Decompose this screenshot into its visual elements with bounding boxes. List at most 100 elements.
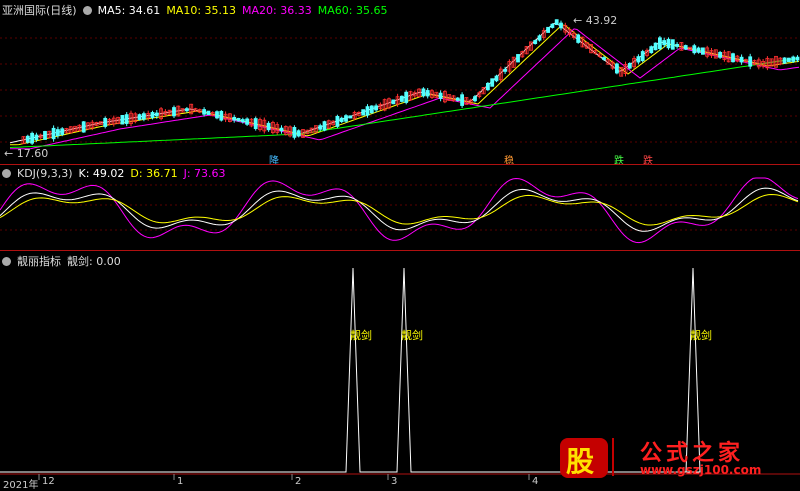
candle-body bbox=[731, 53, 735, 63]
kdj-j-line bbox=[0, 177, 799, 244]
candle-body bbox=[473, 96, 477, 102]
watermark-divider bbox=[612, 438, 614, 476]
candle-body bbox=[795, 56, 800, 61]
candle-body bbox=[701, 47, 705, 55]
candle-body bbox=[399, 95, 404, 102]
candle-body bbox=[675, 43, 679, 47]
axis-label: 1 bbox=[177, 476, 184, 487]
candle-body bbox=[404, 91, 409, 103]
candle-body bbox=[516, 54, 520, 63]
ma10-label: MA10: 35.13 bbox=[166, 4, 237, 17]
axis-label: 2 bbox=[295, 476, 302, 487]
signal-label: 靓剑 bbox=[350, 329, 372, 342]
chart-canvas bbox=[0, 19, 800, 480]
candle-body bbox=[550, 23, 555, 28]
candle-body bbox=[640, 51, 645, 62]
kdj-panel-header: KDJ(9,3,3) K: 49.02 D: 36.71 J: 73.63 bbox=[2, 167, 232, 180]
candle-body bbox=[490, 78, 495, 87]
candle-body bbox=[503, 68, 508, 72]
candle-body bbox=[266, 122, 271, 131]
candle-body bbox=[537, 35, 542, 41]
settings-icon[interactable] bbox=[82, 6, 92, 15]
candle-body bbox=[322, 121, 327, 131]
kdj-d: D: 36.71 bbox=[130, 167, 178, 180]
low-price-label: ← 17.60 bbox=[4, 147, 49, 160]
candle-body bbox=[748, 56, 753, 67]
candle-body bbox=[636, 56, 641, 63]
candle-body bbox=[344, 115, 348, 122]
candle-body bbox=[51, 127, 56, 140]
candle-body bbox=[56, 129, 60, 136]
ma60-label: MA60: 35.65 bbox=[317, 4, 388, 17]
candle-body bbox=[124, 114, 129, 124]
candle-body bbox=[662, 40, 667, 46]
ma5-line bbox=[9, 22, 800, 144]
candle-body bbox=[421, 88, 426, 97]
candle-body bbox=[154, 112, 159, 117]
candle-body bbox=[438, 92, 443, 99]
candle-body bbox=[658, 37, 662, 50]
candle-body bbox=[120, 115, 125, 125]
candle-body bbox=[602, 57, 606, 60]
candle-body bbox=[391, 99, 396, 105]
settings-icon[interactable] bbox=[2, 257, 11, 266]
main-title: 亚洲国际(日线) bbox=[2, 4, 77, 17]
candle-body bbox=[184, 108, 189, 112]
candle-body bbox=[666, 38, 671, 49]
candle-body bbox=[25, 135, 30, 143]
candle-body bbox=[232, 116, 237, 121]
candle-body bbox=[615, 63, 619, 74]
candle-body bbox=[627, 63, 632, 69]
settings-icon[interactable] bbox=[2, 169, 11, 178]
arrow-icon: ← bbox=[4, 147, 14, 160]
candle-body bbox=[292, 127, 297, 138]
candle-body bbox=[219, 110, 224, 121]
axis-label: 12 bbox=[42, 476, 55, 487]
candle-body bbox=[653, 42, 658, 51]
axis-label: 2021年 bbox=[3, 480, 39, 491]
candle-body bbox=[253, 118, 258, 130]
candle-body bbox=[236, 117, 241, 122]
candle-body bbox=[202, 109, 207, 115]
kdj-k: K: 49.02 bbox=[78, 167, 125, 180]
candle-body bbox=[240, 119, 245, 123]
high-price-label: ← 43.92 bbox=[573, 14, 618, 27]
ma10-line bbox=[10, 24, 800, 146]
axis-label: 4 bbox=[532, 476, 539, 487]
candle-body bbox=[137, 114, 142, 120]
candle-body bbox=[683, 45, 688, 50]
watermark-logo: 股 bbox=[560, 438, 608, 478]
kdj-k-line bbox=[0, 187, 799, 232]
candle-body bbox=[206, 110, 211, 115]
candle-body bbox=[365, 106, 370, 116]
candle-body bbox=[30, 132, 35, 144]
candle-body bbox=[554, 19, 559, 26]
kdj-title: KDJ(9,3,3) bbox=[17, 167, 73, 180]
indicator-panel-header: 靓丽指标 靓剑: 0.00 bbox=[2, 253, 127, 269]
candle-body bbox=[361, 109, 366, 116]
candle-body bbox=[559, 22, 563, 29]
candle-body bbox=[339, 117, 344, 123]
panel-divider bbox=[0, 164, 800, 165]
candle-body bbox=[348, 115, 353, 119]
watermark-url: www.gszj100.com bbox=[640, 463, 762, 477]
candle-body bbox=[81, 121, 86, 133]
candle-body bbox=[739, 56, 744, 63]
candle-body bbox=[787, 57, 791, 63]
indicator-value: 靓剑: 0.00 bbox=[67, 255, 121, 268]
signal-label: 靓剑 bbox=[401, 329, 423, 342]
candle-body bbox=[172, 107, 176, 117]
ma5-label: MA5: 34.61 bbox=[97, 4, 161, 17]
kdj-j: J: 73.63 bbox=[183, 167, 226, 180]
candle-body bbox=[782, 57, 787, 64]
candle-body bbox=[533, 40, 538, 44]
ma20-label: MA20: 36.33 bbox=[242, 4, 312, 17]
candle-body bbox=[576, 34, 581, 43]
candle-body bbox=[60, 128, 65, 135]
candle-body bbox=[546, 26, 550, 33]
candle-body bbox=[718, 52, 722, 58]
candle-body bbox=[460, 94, 465, 106]
candle-body bbox=[670, 39, 675, 50]
candle-body bbox=[791, 56, 796, 62]
candle-body bbox=[692, 45, 697, 54]
